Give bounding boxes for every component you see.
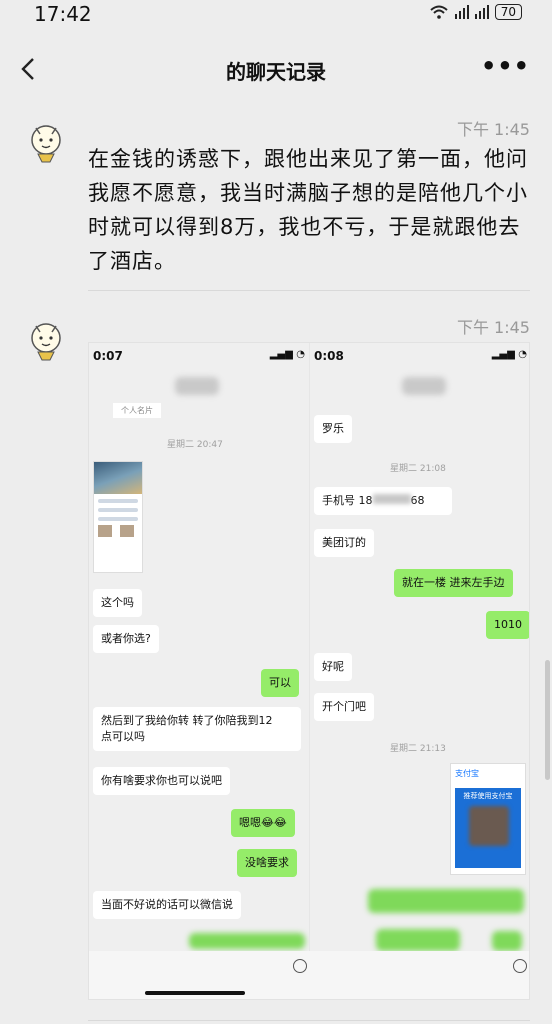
signal-icon: ▂▄▆ ◔ xyxy=(491,349,527,360)
left-phone-clock: 0:07 xyxy=(93,349,123,363)
blurred-bubble xyxy=(368,889,524,913)
status-time: 17:42 xyxy=(34,2,92,26)
chat-timestamp: 星期二 20:47 xyxy=(167,440,223,450)
chat-bubble: 开个门吧 xyxy=(314,693,374,721)
alipay-qr-panel: 推荐使用支付宝 xyxy=(455,788,521,868)
emoji-icon xyxy=(293,959,307,973)
blurred-bubble xyxy=(492,931,522,951)
card-caption: 个人名片 xyxy=(113,403,161,418)
signal-icon: ▂▄▆ ◔ xyxy=(269,349,305,360)
message-time: 下午 1:45 xyxy=(456,120,530,139)
avatar[interactable] xyxy=(22,316,70,364)
alipay-title: 推荐使用支付宝 xyxy=(463,792,513,800)
hotel-share-card[interactable] xyxy=(93,461,143,573)
home-indicator xyxy=(145,991,245,995)
page-title: 的聊天记录 xyxy=(226,60,326,84)
wifi-icon xyxy=(430,5,448,19)
hotel-photo xyxy=(94,462,142,494)
hotel-thumb xyxy=(98,525,112,537)
signal-icon xyxy=(454,5,469,19)
screenshot-image[interactable]: 0:07 ▂▄▆ ◔ 个人名片 星期二 20:47 这个吗 或者你选? 可以 然… xyxy=(88,342,530,1000)
screenshot-bottom-bar xyxy=(89,951,529,999)
alipay-logo: 支付宝 xyxy=(455,769,479,778)
blurred-bubble xyxy=(189,933,305,949)
nav-bar: 的聊天记录 ••• xyxy=(0,44,552,100)
signal-icon-2 xyxy=(474,5,489,19)
phone-number-suffix: 68 xyxy=(410,494,425,507)
chat-timestamp: 星期二 21:13 xyxy=(390,744,446,754)
chat-bubble: 美团订的 xyxy=(314,529,374,557)
chat-bubble: 手机号 18 68 xyxy=(314,487,452,515)
chat-bubble: 嗯嗯😂😂 xyxy=(231,809,295,837)
chat-bubble: 罗乐 xyxy=(314,415,352,443)
message-text: 在金钱的诱惑下，跟他出来见了第一面，他问我愿不愿意，我当时满脑子想的是陪他几个小… xyxy=(88,147,528,273)
right-phone-screen: 0:08 ▂▄▆ ◔ 罗乐 星期二 21:08 手机号 18 68 美团订的 就在… xyxy=(309,343,529,999)
chat-bubble: 然后到了我给你转 转了你陪我到12 点可以吗 xyxy=(93,707,301,751)
chat-bubble: 当面不好说的话可以微信说 xyxy=(93,891,241,919)
status-bar: 17:42 70 xyxy=(0,0,552,30)
divider xyxy=(88,1020,530,1021)
chat-bubble: 好呢 xyxy=(314,653,352,681)
scrollbar[interactable] xyxy=(545,660,550,780)
blurred-bubble xyxy=(376,929,460,951)
left-phone-status: 0:07 ▂▄▆ ◔ xyxy=(93,349,305,363)
message-time: 下午 1:45 xyxy=(456,318,530,337)
chat-timestamp: 星期二 21:08 xyxy=(390,464,446,474)
chat-bubble: 或者你选? xyxy=(93,625,159,653)
right-phone-status: 0:08 ▂▄▆ ◔ xyxy=(314,349,527,363)
status-icons: 70 xyxy=(429,4,522,20)
chat-bubble: 就在一楼 进来左手边 xyxy=(394,569,513,597)
right-phone-clock: 0:08 xyxy=(314,349,344,363)
battery-icon: 70 xyxy=(494,4,522,20)
hotel-details xyxy=(94,499,142,521)
avatar[interactable] xyxy=(22,118,70,166)
phone-number-prefix: 手机号 18 xyxy=(322,494,373,507)
emoji-icon xyxy=(513,959,527,973)
blurred-contact-name xyxy=(402,377,446,395)
chat-bubble: 没啥要求 xyxy=(237,849,297,877)
redacted-digits xyxy=(372,494,411,504)
qr-code xyxy=(469,806,509,846)
chat-bubble: 1010 xyxy=(486,611,529,639)
divider xyxy=(88,290,530,291)
hotel-thumb xyxy=(120,525,134,537)
chat-bubble: 这个吗 xyxy=(93,589,142,617)
blurred-contact-name xyxy=(175,377,219,395)
chat-bubble: 可以 xyxy=(261,669,299,697)
more-icon[interactable]: ••• xyxy=(481,52,530,80)
chat-bubble: 你有啥要求你也可以说吧 xyxy=(93,767,230,795)
left-phone-screen: 0:07 ▂▄▆ ◔ 个人名片 星期二 20:47 这个吗 或者你选? 可以 然… xyxy=(89,343,309,999)
alipay-qr-card[interactable]: 支付宝 推荐使用支付宝 xyxy=(450,763,526,875)
